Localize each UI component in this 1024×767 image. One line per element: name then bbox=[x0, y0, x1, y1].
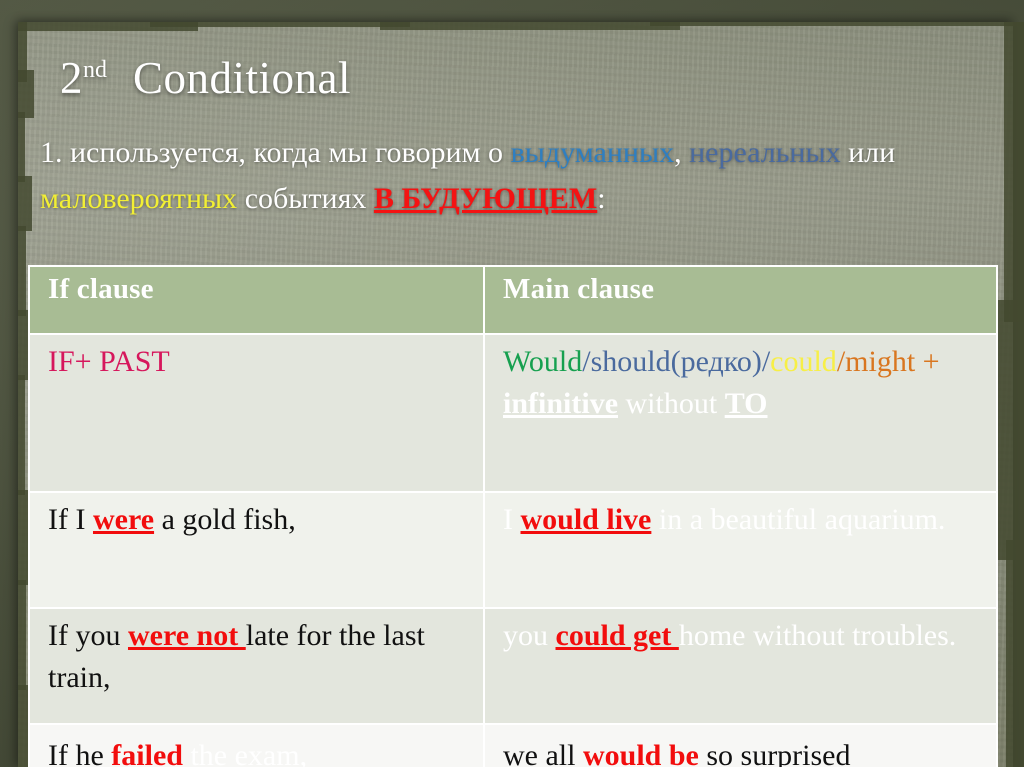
intro-word-nerealnyh: нереальных bbox=[689, 136, 841, 169]
text-were: were bbox=[92, 503, 155, 536]
text-could: could bbox=[770, 345, 837, 378]
torn-edge-sliver bbox=[18, 112, 25, 182]
text-beautiful-aquarium: in a beautiful aquarium. bbox=[651, 503, 946, 536]
table-row: If you were not late for the last train,… bbox=[28, 607, 998, 725]
intro-paragraph: 1. используется, когда мы говорим о выду… bbox=[40, 130, 1000, 222]
intro-word-v-buduyushchem: В БУДУЮЩЕМ bbox=[373, 182, 598, 215]
text-home-without-troubles: home without troubles. bbox=[678, 619, 957, 652]
text-separator: / bbox=[761, 345, 771, 378]
column-header-if-clause: If clause bbox=[28, 265, 485, 335]
intro-word-maloveroyatnyh: маловероятных bbox=[40, 182, 238, 215]
torn-edge-sliver bbox=[18, 580, 26, 690]
text-if-past: IF+ PAST bbox=[48, 345, 170, 378]
text-could-get: could get bbox=[555, 619, 679, 652]
intro-segment-1: 1. используется, когда мы говорим о bbox=[40, 136, 511, 169]
text-without: without bbox=[618, 387, 725, 420]
slide-canvas: 2nd Conditional 1. используется, когда мы… bbox=[0, 0, 1024, 767]
title-ordinal-suffix: nd bbox=[83, 57, 107, 83]
intro-segment-2: , bbox=[674, 136, 690, 169]
conditional-table: If clause Main clause IF+ PAST Would/sho… bbox=[28, 265, 998, 767]
torn-edge-sliver bbox=[18, 176, 32, 231]
column-header-main-clause: Main clause bbox=[483, 265, 998, 335]
page-title: 2nd Conditional bbox=[60, 56, 351, 101]
text-the-exam: the exam, bbox=[182, 739, 308, 767]
torn-edge-sliver-top bbox=[150, 22, 410, 27]
cell-example2-if: If you were not late for the last train, bbox=[28, 607, 485, 725]
table-header-row: If clause Main clause bbox=[28, 265, 998, 335]
torn-edge-sliver bbox=[18, 375, 25, 495]
cell-main-formula: Would/should(редко)/could/might + infini… bbox=[483, 333, 998, 493]
text-we-all: we all bbox=[503, 739, 583, 767]
intro-word-vydumannyh: выдуманных bbox=[510, 136, 675, 169]
torn-edge-sliver-right bbox=[1006, 540, 1024, 767]
text-were-not: were not bbox=[127, 619, 246, 652]
torn-edge-sliver-top bbox=[380, 22, 680, 30]
title-word: Conditional bbox=[133, 53, 351, 103]
text-infinitive: infinitive bbox=[503, 387, 619, 420]
cell-example1-if: If I were a gold fish, bbox=[28, 491, 485, 609]
text-to: TO bbox=[724, 387, 768, 420]
cell-example1-main: I would live in a beautiful aquarium. bbox=[483, 491, 998, 609]
text-so-surprised: so surprised bbox=[698, 739, 851, 767]
torn-edge-sliver bbox=[18, 226, 26, 316]
cell-example2-main: you could get home without troubles. bbox=[483, 607, 998, 725]
torn-edge-sliver-right bbox=[1004, 22, 1024, 322]
text-should-redko: /should(редко) bbox=[582, 345, 762, 378]
title-number: 2 bbox=[60, 53, 83, 103]
text-might-plus: /might + bbox=[836, 345, 940, 378]
text-would-be: would be bbox=[582, 739, 699, 767]
intro-segment-4: событиях bbox=[237, 182, 374, 215]
text-would: Would bbox=[503, 345, 583, 378]
cell-if-formula: IF+ PAST bbox=[28, 333, 485, 493]
text-if-he: If he bbox=[48, 739, 112, 767]
torn-edge-sliver-right bbox=[998, 300, 1024, 560]
text-if-i: If I bbox=[48, 503, 93, 536]
text-you: you bbox=[503, 619, 556, 652]
text-failed: failed bbox=[111, 739, 183, 767]
table-row: If he failed the exam, we all would be s… bbox=[28, 723, 998, 767]
cell-example3-if: If he failed the exam, bbox=[28, 723, 485, 767]
text-i: I bbox=[503, 503, 521, 536]
table-row: If I were a gold fish, I would live in a… bbox=[28, 491, 998, 609]
torn-edge-sliver-top bbox=[650, 22, 1024, 26]
intro-colon: : bbox=[597, 182, 606, 215]
text-would-live: would live bbox=[520, 503, 652, 536]
text-if-you: If you bbox=[48, 619, 128, 652]
intro-segment-3: или bbox=[840, 136, 896, 169]
cell-example3-main: we all would be so surprised bbox=[483, 723, 998, 767]
text-gold-fish: a gold fish, bbox=[154, 503, 296, 536]
torn-edge-sliver bbox=[18, 70, 34, 118]
table-row: IF+ PAST Would/should(редко)/could/might… bbox=[28, 333, 998, 493]
